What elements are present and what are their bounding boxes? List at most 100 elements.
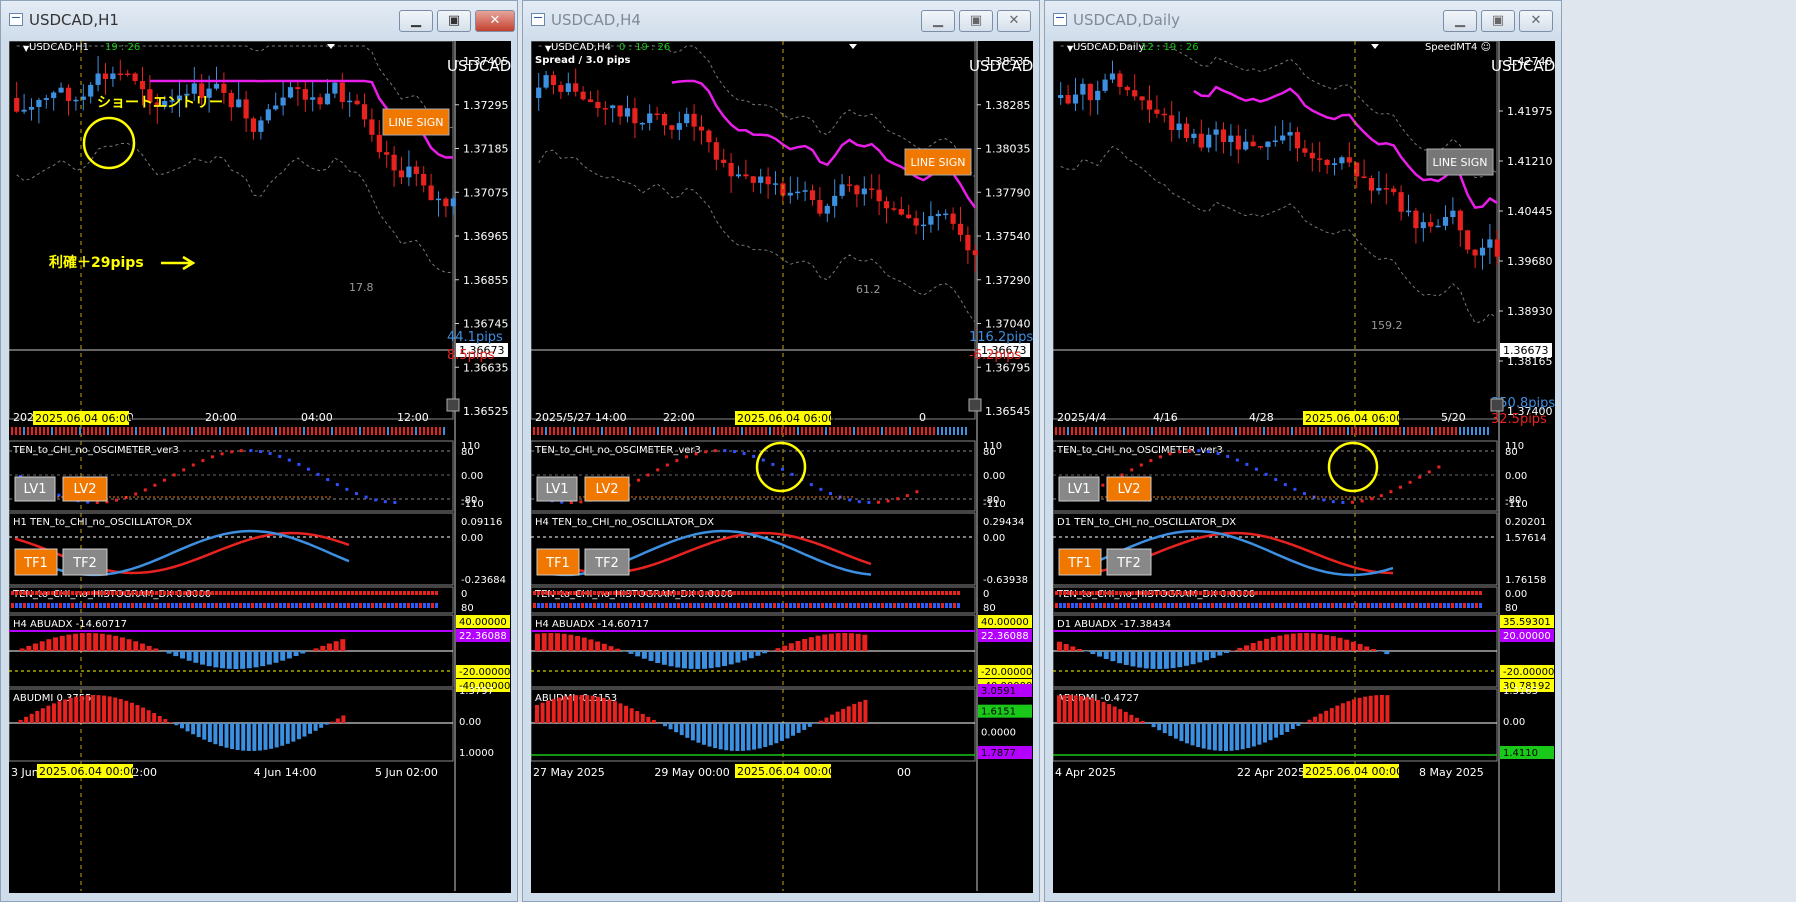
abudmi-bar <box>1190 723 1195 746</box>
oscimeter-dot <box>1197 449 1201 453</box>
oscimeter-dot <box>182 468 186 472</box>
histogram-bar <box>801 603 804 608</box>
window-titlebar[interactable]: USDCAD,H4 ▁ ▣ ✕ <box>523 1 1039 41</box>
histogram-bar <box>797 603 800 608</box>
histogram-bar <box>681 603 684 608</box>
histogram-bar <box>275 591 278 595</box>
oscimeter-dot <box>364 495 368 499</box>
histogram-bar <box>1283 603 1286 608</box>
histogram-bar <box>585 603 588 608</box>
maximize-button[interactable]: ▣ <box>959 10 993 32</box>
trend-strip-bar <box>331 427 333 435</box>
abuadx-tick-label: 35.59301 <box>1503 617 1551 628</box>
chart-canvas[interactable]: 1.427401.419751.412101.404451.396801.389… <box>1053 41 1555 893</box>
histogram-bar <box>629 603 632 608</box>
abuadx-bar <box>193 651 199 663</box>
histogram-bar <box>1183 591 1186 595</box>
window-titlebar[interactable]: USDCAD,Daily ▁ ▣ ✕ <box>1045 1 1561 41</box>
price-tick-label: 1.37790 <box>985 186 1031 199</box>
histogram-bar <box>1223 603 1226 608</box>
histogram-bar <box>1099 591 1102 595</box>
oscimeter-dot <box>326 478 330 482</box>
abudmi-bar <box>341 715 346 723</box>
abuadx-bar <box>320 645 326 651</box>
trend-strip-bar <box>925 427 927 435</box>
chart-area[interactable]: 1.37405 1.37295 1.37185 1.37075 1.36965 1.368… <box>9 41 511 893</box>
minimize-button[interactable]: ▁ <box>399 10 433 32</box>
dx-tick-label: -0.63938 <box>983 575 1028 586</box>
abuadx-bar <box>728 651 734 665</box>
abuadx-bar <box>19 648 25 651</box>
histogram-bar <box>705 603 708 608</box>
trend-strip-bar <box>617 427 619 435</box>
histogram-bar <box>1347 603 1350 608</box>
candle-body <box>258 120 264 132</box>
trend-strip-bar <box>933 427 935 435</box>
trend-strip-bar <box>227 427 229 435</box>
abudmi-bar <box>202 723 207 740</box>
abudmi-bar <box>257 723 262 751</box>
abuadx-bar <box>1103 651 1109 659</box>
histogram-bar <box>227 603 230 608</box>
chart-window-h4[interactable]: USDCAD,H4 ▁ ▣ ✕ 1.38535 1.38285 1.38035 1.3… <box>522 0 1040 902</box>
histogram-bar <box>1383 591 1386 595</box>
maximize-button[interactable]: ▣ <box>1481 10 1515 32</box>
candle-body <box>647 113 653 123</box>
oscimeter-dot <box>819 487 823 491</box>
pips-red-label: 8.5pips <box>447 348 495 363</box>
abuadx-bar <box>119 637 125 651</box>
histogram-bar <box>383 591 386 595</box>
chart-area[interactable]: 1.42740 1.41975 1.41210 1.40445 1.39680 1.389… <box>1053 41 1555 893</box>
trend-strip-bar <box>1291 427 1293 435</box>
chart-area[interactable]: 1.38535 1.38285 1.38035 1.37790 1.37540 1.372… <box>531 41 1033 893</box>
histogram-bar <box>355 591 358 595</box>
histogram-bar <box>625 591 628 595</box>
histogram-bar <box>1275 603 1278 608</box>
close-button[interactable]: ✕ <box>997 10 1031 32</box>
abudmi-bar <box>1274 723 1279 738</box>
spread-label: Spread / 3.0 pips <box>535 55 631 66</box>
histogram-bar <box>167 603 170 608</box>
chart-window-daily[interactable]: USDCAD,Daily ▁ ▣ ✕ 1.42740 1.41975 1.41210… <box>1044 0 1562 902</box>
histogram-bar <box>917 591 920 595</box>
abuadx-bar <box>555 633 561 651</box>
window-titlebar[interactable]: USDCAD,H1 ▁ ▣ ✕ <box>1 1 517 41</box>
close-button[interactable]: ✕ <box>475 10 515 32</box>
maximize-button[interactable]: ▣ <box>437 10 471 32</box>
chart-canvas[interactable]: 1.385351.382851.380351.377901.375401.372… <box>531 41 1033 893</box>
close-button[interactable]: ✕ <box>1519 10 1553 32</box>
oscimeter-dot <box>713 449 717 453</box>
minimize-button[interactable]: ▁ <box>921 10 955 32</box>
trend-strip-bar <box>1167 427 1169 435</box>
oscimeter-dot <box>211 455 214 459</box>
trend-strip-bar <box>589 427 591 435</box>
trend-strip-bar <box>1379 427 1381 435</box>
histogram-bar <box>199 603 202 608</box>
price-tick-label: 1.41975 <box>1507 105 1553 118</box>
trend-strip-bar <box>83 427 85 435</box>
abuadx-bar <box>688 651 694 669</box>
entry-annotation: ショートエントリー <box>97 95 223 111</box>
histogram-bar <box>279 591 282 595</box>
oscimeter-dot <box>848 498 852 502</box>
histogram-bar <box>1175 591 1178 595</box>
histogram-bar <box>533 603 536 608</box>
dx-title: D1 TEN_to_CHI_no_OSCILLATOR_DX <box>1057 517 1236 528</box>
histogram-bar <box>311 603 314 608</box>
minimize-button[interactable]: ▁ <box>1443 10 1477 32</box>
trend-strip-bar <box>99 427 101 435</box>
trend-strip-bar <box>79 427 81 435</box>
candle-body <box>1198 133 1204 148</box>
trend-strip-bar <box>709 427 711 435</box>
histogram-bar <box>1079 603 1082 608</box>
histogram-bar <box>1119 603 1122 608</box>
chart-canvas[interactable]: 1.374051.372951.371851.370751.369651.368… <box>9 41 511 893</box>
abuadx-bar <box>1330 636 1336 651</box>
histogram-bar <box>379 591 382 595</box>
abuadx-bar <box>79 633 85 651</box>
trend-strip-bar <box>215 427 217 435</box>
chart-window-h1[interactable]: USDCAD,H1 ▁ ▣ ✕ 1.37405 1.37295 1.37185 1.3… <box>0 0 518 902</box>
candle-body <box>854 185 860 195</box>
trend-strip-bar <box>207 427 209 435</box>
oscimeter-dot <box>1159 455 1162 459</box>
